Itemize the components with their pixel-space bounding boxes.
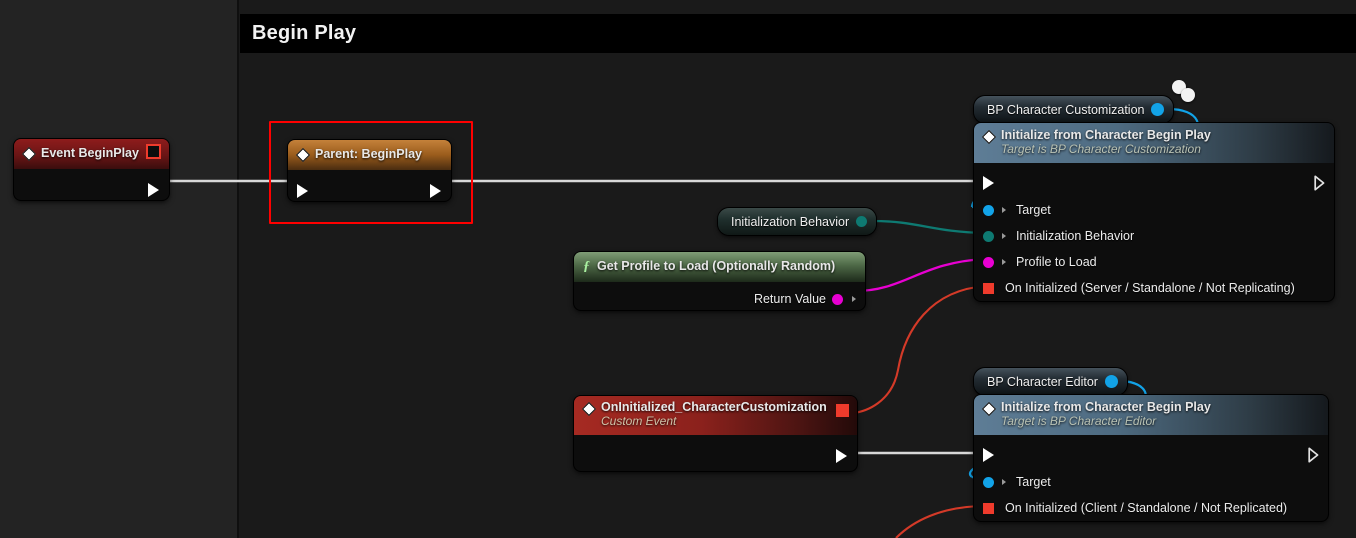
pin-output-bp-character-editor[interactable] bbox=[1104, 375, 1118, 388]
node-title: Get Profile to Load (Optionally Random) bbox=[597, 259, 836, 273]
node-body bbox=[288, 170, 451, 201]
pin-row[interactable]: Initialization Behavior bbox=[974, 223, 1334, 249]
pin-output-return-value[interactable] bbox=[832, 293, 843, 305]
node-get-profile-to-load[interactable]: ƒ Get Profile to Load (Optionally Random… bbox=[574, 252, 865, 310]
exec-output-pin[interactable] bbox=[430, 184, 441, 198]
pin-output-bp-character-customization[interactable] bbox=[1151, 103, 1165, 116]
pin-label-return-value: Return Value bbox=[753, 292, 826, 306]
node-body: Return Value bbox=[574, 282, 865, 310]
pin-row[interactable]: On Initialized (Client / Standalone / No… bbox=[974, 495, 1328, 521]
node-title: Initialize from Character Begin Play bbox=[1001, 128, 1211, 142]
node-title: OnInitialized_CharacterCustomization bbox=[601, 400, 827, 414]
node-body: Target On Initialized (Client / Standalo… bbox=[974, 435, 1328, 521]
variable-label: Initialization Behavior bbox=[731, 214, 850, 229]
node-title: Initialize from Character Begin Play bbox=[1001, 400, 1211, 414]
node-subtitle: Target is BP Character Customization bbox=[1001, 142, 1201, 156]
node-body bbox=[574, 435, 857, 471]
node-event-begin-play[interactable]: Event BeginPlay bbox=[14, 139, 169, 200]
pin-arrow-icon bbox=[1002, 207, 1006, 213]
cursor-dot-secondary bbox=[1181, 88, 1195, 102]
exec-input-pin[interactable] bbox=[297, 184, 308, 198]
node-header: Initialize from Character Begin Play Tar… bbox=[974, 123, 1334, 163]
node-body bbox=[14, 169, 169, 200]
pin-row[interactable]: On Initialized (Server / Standalone / No… bbox=[974, 275, 1334, 301]
exec-input-pin[interactable] bbox=[983, 176, 994, 190]
pin-arrow-icon bbox=[1002, 233, 1006, 239]
pin-profile-to-load[interactable] bbox=[983, 256, 994, 268]
event-diamond-icon bbox=[296, 149, 309, 162]
exec-output-pin[interactable] bbox=[148, 183, 159, 197]
event-diamond-icon bbox=[582, 402, 595, 415]
pin-row[interactable]: Target bbox=[974, 469, 1328, 495]
left-panel bbox=[0, 0, 237, 538]
pin-label: Target bbox=[1016, 475, 1051, 489]
node-body: Target Initialization Behavior Profile t… bbox=[974, 163, 1334, 301]
function-f-icon: ƒ bbox=[583, 259, 590, 274]
pin-arrow-icon bbox=[1002, 479, 1006, 485]
graph-title-bar: Begin Play bbox=[240, 14, 1356, 53]
node-variable-initialization-behavior[interactable]: Initialization Behavior bbox=[718, 208, 877, 235]
pin-label: On Initialized (Server / Standalone / No… bbox=[1005, 281, 1295, 295]
node-header: OnInitialized_CharacterCustomization Cus… bbox=[574, 396, 857, 435]
pin-label: Initialization Behavior bbox=[1016, 229, 1135, 243]
pin-label: Profile to Load bbox=[1016, 255, 1097, 269]
pin-arrow-icon bbox=[1002, 259, 1006, 265]
exec-output-pin[interactable] bbox=[1314, 175, 1325, 191]
node-subtitle: Custom Event bbox=[601, 414, 677, 428]
node-variable-bp-character-editor[interactable]: BP Character Editor bbox=[974, 368, 1127, 395]
node-title: Parent: BeginPlay bbox=[315, 147, 422, 161]
exec-input-pin[interactable] bbox=[983, 448, 994, 462]
event-diamond-icon bbox=[982, 130, 995, 143]
exec-output-pin[interactable] bbox=[1308, 447, 1319, 463]
node-custom-event-on-initialized-character-customization[interactable]: OnInitialized_CharacterCustomization Cus… bbox=[574, 396, 857, 471]
exec-output-pin[interactable] bbox=[836, 449, 847, 463]
event-diamond-icon bbox=[22, 148, 35, 161]
node-initialize-from-character-begin-play-editor[interactable]: Initialize from Character Begin Play Tar… bbox=[974, 395, 1328, 521]
event-diamond-icon bbox=[982, 402, 995, 415]
pin-target[interactable] bbox=[983, 476, 994, 488]
node-header: ƒ Get Profile to Load (Optionally Random… bbox=[574, 252, 865, 282]
pin-target[interactable] bbox=[983, 204, 994, 216]
node-parent-begin-play[interactable]: Parent: BeginPlay bbox=[288, 140, 451, 201]
delegate-output-pin[interactable] bbox=[836, 404, 849, 417]
node-subtitle: Target is BP Character Editor bbox=[1001, 414, 1157, 428]
pin-arrow-icon bbox=[852, 296, 856, 302]
variable-label: BP Character Editor bbox=[987, 374, 1098, 389]
pin-initialization-behavior[interactable] bbox=[983, 230, 994, 242]
pin-row[interactable]: Profile to Load bbox=[974, 249, 1334, 275]
node-variable-bp-character-customization[interactable]: BP Character Customization bbox=[974, 96, 1174, 123]
node-title: Event BeginPlay bbox=[41, 146, 139, 160]
pin-on-initialized-client[interactable] bbox=[983, 502, 994, 514]
node-header: Parent: BeginPlay bbox=[288, 140, 451, 170]
pin-output-initialization-behavior[interactable] bbox=[856, 216, 868, 227]
pin-label: On Initialized (Client / Standalone / No… bbox=[1005, 501, 1288, 515]
pin-on-initialized-server[interactable] bbox=[983, 282, 994, 294]
variable-label: BP Character Customization bbox=[987, 102, 1145, 117]
pin-row[interactable]: Target bbox=[974, 197, 1334, 223]
delegate-output-pin[interactable] bbox=[146, 144, 161, 159]
node-initialize-from-character-begin-play-customization[interactable]: Initialize from Character Begin Play Tar… bbox=[974, 123, 1334, 301]
node-header: Initialize from Character Begin Play Tar… bbox=[974, 395, 1328, 435]
page-title: Begin Play bbox=[252, 22, 357, 44]
pin-label: Target bbox=[1016, 203, 1051, 217]
node-header: Event BeginPlay bbox=[14, 139, 169, 169]
